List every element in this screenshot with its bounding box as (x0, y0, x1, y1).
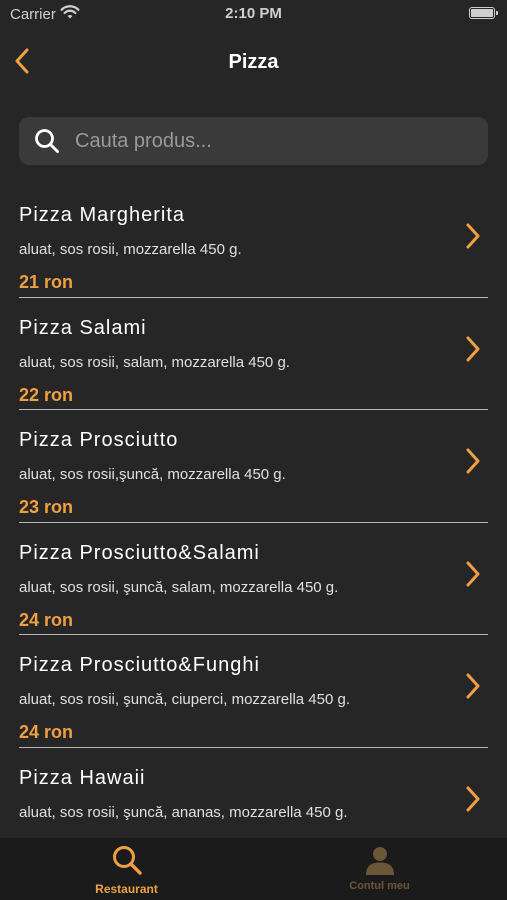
product-name: Pizza Salami (19, 316, 147, 339)
product-price: 21 ron (19, 272, 74, 292)
tab-account[interactable]: Contul meu (253, 838, 506, 900)
product-description: aluat, sos rosii, salam, mozzarella 450 … (19, 353, 290, 371)
product-price: 24 ron (19, 722, 74, 742)
chevron-right-icon (466, 223, 480, 249)
tab-label: Contul meu (349, 880, 410, 892)
product-list: Pizza Margherita aluat, sos rosii, mozza… (0, 185, 507, 838)
chevron-right-icon (466, 673, 480, 699)
page-title: Pizza (228, 51, 279, 73)
status-time: 2:10 PM (225, 5, 282, 22)
product-item-hawaii[interactable]: Pizza Hawaii aluat, sos rosii, şuncă, an… (0, 748, 507, 839)
tab-bar: Restaurant Contul meu (0, 838, 507, 900)
chevron-right-icon (466, 561, 480, 586)
product-item-margherita[interactable]: Pizza Margherita aluat, sos rosii, mozza… (0, 185, 507, 298)
product-description: aluat, sos rosii, şuncă, ananas, mozzare… (19, 803, 348, 821)
product-description: aluat, sos rosii, şuncă, salam, mozzarel… (19, 578, 339, 596)
product-price: 22 ron (19, 384, 74, 405)
search-input[interactable] (75, 129, 455, 153)
chevron-right-icon (466, 786, 480, 811)
search-bar[interactable] (19, 117, 488, 165)
product-item-prosciutto[interactable]: Pizza Prosciutto aluat, sos rosii,şuncă,… (0, 410, 507, 523)
product-item-prosciutto-funghi[interactable]: Pizza Prosciutto&Funghi aluat, sos rosii… (0, 635, 507, 748)
product-description: aluat, sos rosii, mozzarella 450 g. (19, 241, 242, 258)
product-description: aluat, sos rosii,şuncă, mozzarella 450 g… (19, 466, 286, 483)
product-name: Pizza Hawaii (19, 766, 146, 789)
chevron-right-icon (466, 336, 480, 361)
product-name: Pizza Prosciutto (19, 429, 179, 451)
product-name: Pizza Prosciutto&Salami (19, 541, 260, 564)
person-icon (365, 847, 394, 875)
product-item-salami[interactable]: Pizza Salami aluat, sos rosii, salam, mo… (0, 298, 507, 410)
product-item-prosciutto-salami[interactable]: Pizza Prosciutto&Salami aluat, sos rosii… (0, 523, 507, 635)
tab-restaurant[interactable]: Restaurant (0, 838, 253, 900)
product-description: aluat, sos rosii, şuncă, ciuperci, mozza… (19, 691, 350, 708)
search-icon (112, 846, 142, 875)
navigation-bar: Pizza (0, 40, 507, 84)
product-name: Pizza Prosciutto&Funghi (19, 654, 260, 676)
product-name: Pizza Margherita (19, 204, 186, 226)
battery-icon (469, 7, 498, 19)
status-bar: Carrier 2:10 PM (0, 0, 507, 30)
chevron-right-icon (466, 448, 480, 474)
product-price: 23 ron (19, 497, 74, 517)
tab-label: Restaurant (95, 882, 158, 896)
product-price: 24 ron (19, 609, 74, 630)
search-icon (33, 127, 61, 155)
